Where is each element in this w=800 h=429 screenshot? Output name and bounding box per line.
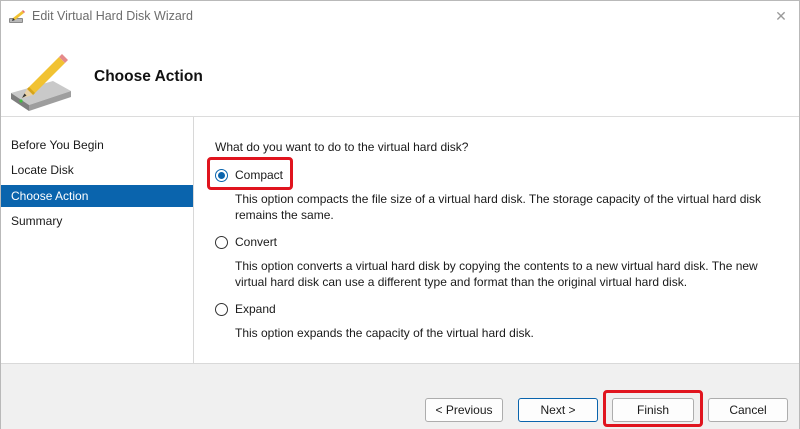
previous-button[interactable]: < Previous [425,398,503,422]
option-description-convert: This option converts a virtual hard disk… [235,258,795,290]
wizard-header: Choose Action [1,33,799,117]
nav-item-locate-disk[interactable]: Locate Disk [1,159,193,181]
nav-item-choose-action[interactable]: Choose Action [1,185,193,207]
window-title: Edit Virtual Hard Disk Wizard [32,9,193,23]
next-button[interactable]: Next > [518,398,598,422]
description-line: This option expands the capacity of the … [235,326,534,340]
option-expand[interactable]: Expand [215,300,276,318]
option-description-compact: This option compacts the file size of a … [235,191,795,223]
finish-highlight-box [603,390,703,427]
radio-label-expand[interactable]: Expand [235,302,276,316]
title-bar: Edit Virtual Hard Disk Wizard ✕ [1,1,799,33]
nav-item-before-you-begin[interactable]: Before You Begin [1,134,193,156]
radio-convert[interactable] [215,235,228,249]
wizard-step-list: Before You Begin Locate Disk Choose Acti… [1,117,194,363]
main-content: What do you want to do to the virtual ha… [195,117,799,363]
wizard-window: Edit Virtual Hard Disk Wizard ✕ Choose A… [0,0,800,429]
nav-item-summary[interactable]: Summary [1,210,193,232]
option-description-expand: This option expands the capacity of the … [235,325,795,341]
cancel-button[interactable]: Cancel [708,398,788,422]
radio-label-convert[interactable]: Convert [235,235,277,249]
option-convert[interactable]: Convert [215,233,277,251]
description-line: This option converts a virtual hard disk… [235,259,758,273]
description-line: remains the same. [235,208,334,222]
compact-highlight-box [207,157,293,190]
hard-disk-pencil-icon [5,53,77,113]
description-line: virtual hard disk can use a different ty… [235,275,688,289]
pencil-disk-icon [8,10,26,24]
radio-expand[interactable] [215,302,228,316]
page-title: Choose Action [94,68,203,85]
description-line: This option compacts the file size of a … [235,192,762,206]
question-label: What do you want to do to the virtual ha… [215,140,469,154]
close-icon[interactable]: ✕ [773,8,789,24]
